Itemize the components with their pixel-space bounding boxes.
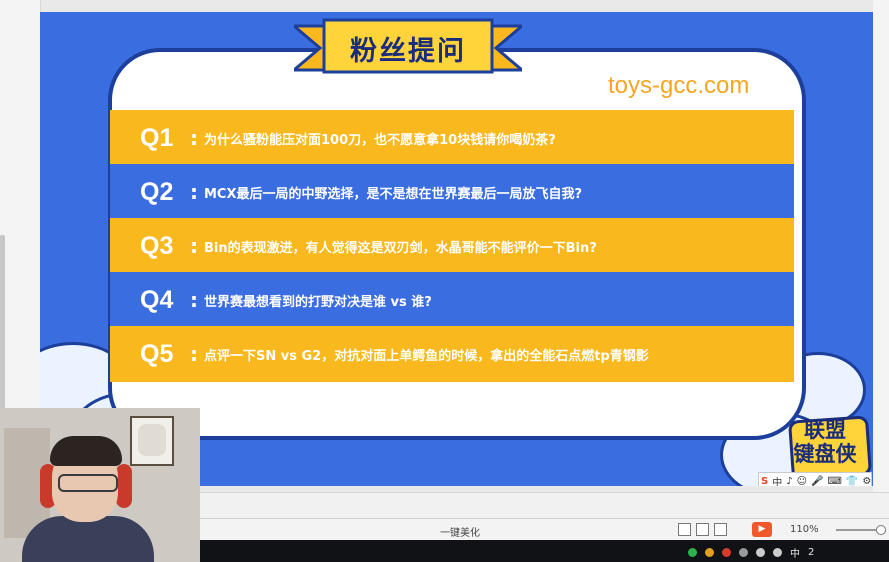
windows-taskbar: 中 2 — [200, 540, 889, 562]
system-tray: 中 2 — [688, 545, 822, 560]
zoom-level[interactable]: 110% — [790, 524, 819, 535]
question-label: Q5 — [140, 339, 174, 368]
webcam-person-body — [22, 516, 154, 562]
question-label: Q4 — [140, 285, 174, 314]
normal-view-icon[interactable] — [678, 523, 691, 536]
show-logo-text: 联盟 键盘侠 — [788, 418, 862, 466]
question-colon: : — [190, 342, 198, 366]
app-tray-icon[interactable] — [739, 548, 748, 557]
app-tray-icon[interactable] — [705, 548, 714, 557]
ime-toolbar[interactable]: S 中 ♪ ☺ 🎤 ⌨ 👕 ⚙ — [758, 472, 872, 486]
question-colon: : — [190, 234, 198, 258]
question-label: Q3 — [140, 231, 174, 260]
slide-title: 粉丝提问 — [350, 36, 466, 67]
show-logo-line2: 键盘侠 — [793, 442, 857, 466]
app-tray-icon[interactable] — [722, 548, 731, 557]
question-text: MCX最后一局的中野选择，是不是想在世界赛最后一局放飞自我? — [204, 186, 583, 202]
webcam-person-hair — [50, 436, 122, 466]
title-banner: 粉丝提问 — [294, 18, 522, 78]
status-bar: 一键美化 ▶ 110% — [200, 518, 889, 541]
network-icon[interactable] — [756, 548, 765, 557]
question-row-3: Q3 : Bin的表现激进，有人觉得这是双刃剑，水晶哥能不能评价一下Bin? — [110, 218, 794, 274]
slideshow-play-button[interactable]: ▶ — [752, 522, 772, 537]
question-label: Q2 — [140, 177, 174, 206]
question-text: 世界赛最想看到的打野对决是谁 vs 谁? — [204, 294, 432, 310]
webcam-person-glasses — [58, 474, 118, 492]
webcam-overlay — [0, 408, 200, 562]
thumbnail-scrollbar[interactable] — [0, 235, 5, 415]
ime-punct-icon[interactable]: ♪ — [786, 476, 792, 487]
volume-icon[interactable] — [773, 548, 782, 557]
question-colon: : — [190, 288, 198, 312]
webcam-picture-frame — [130, 416, 174, 466]
view-mode-group — [678, 523, 732, 536]
webcam-picture-art — [138, 424, 166, 456]
question-row-4: Q4 : 世界赛最想看到的打野对决是谁 vs 谁? — [110, 272, 794, 328]
ime-skin-icon[interactable]: 👕 — [846, 476, 858, 487]
tray-extra[interactable]: 2 — [808, 547, 814, 558]
beautify-button[interactable]: 一键美化 — [440, 524, 480, 539]
question-row-2: Q2 : MCX最后一局的中野选择，是不是想在世界赛最后一局放飞自我? — [110, 164, 794, 220]
ime-keyboard-icon[interactable]: ⌨ — [827, 476, 841, 487]
right-pane — [873, 0, 889, 500]
ime-settings-icon[interactable]: ⚙ — [862, 476, 871, 487]
watermark-text: toys-gcc.com — [608, 72, 750, 99]
ime-logo-icon[interactable]: S — [761, 476, 768, 487]
ime-voice-icon[interactable]: 🎤 — [811, 476, 823, 487]
question-colon: : — [190, 126, 198, 150]
headset-icon — [116, 464, 132, 508]
question-colon: : — [190, 180, 198, 204]
question-row-5: Q5 : 点评一下SN vs G2，对抗对面上单鳄鱼的时候，拿出的全能石点燃tp… — [110, 326, 794, 382]
ime-lang-toggle[interactable]: 中 — [772, 474, 782, 487]
ime-emoji-icon[interactable]: ☺ — [797, 476, 807, 487]
wechat-icon[interactable] — [688, 548, 697, 557]
zoom-slider-handle[interactable] — [876, 525, 886, 535]
reading-view-icon[interactable] — [714, 523, 727, 536]
question-label: Q1 — [140, 123, 174, 152]
input-method-indicator[interactable]: 中 — [790, 545, 800, 560]
question-text: Bin的表现激进，有人觉得这是双刃剑，水晶哥能不能评价一下Bin? — [204, 240, 597, 256]
show-logo-line1: 联盟 — [804, 418, 846, 442]
sorter-view-icon[interactable] — [696, 523, 709, 536]
question-row-1: Q1 : 为什么骚粉能压对面100刀，也不愿意拿10块钱请你喝奶茶? — [110, 110, 794, 166]
question-text: 点评一下SN vs G2，对抗对面上单鳄鱼的时候，拿出的全能石点燃tp青钢影 — [204, 348, 649, 364]
question-text: 为什么骚粉能压对面100刀，也不愿意拿10块钱请你喝奶茶? — [204, 132, 556, 148]
